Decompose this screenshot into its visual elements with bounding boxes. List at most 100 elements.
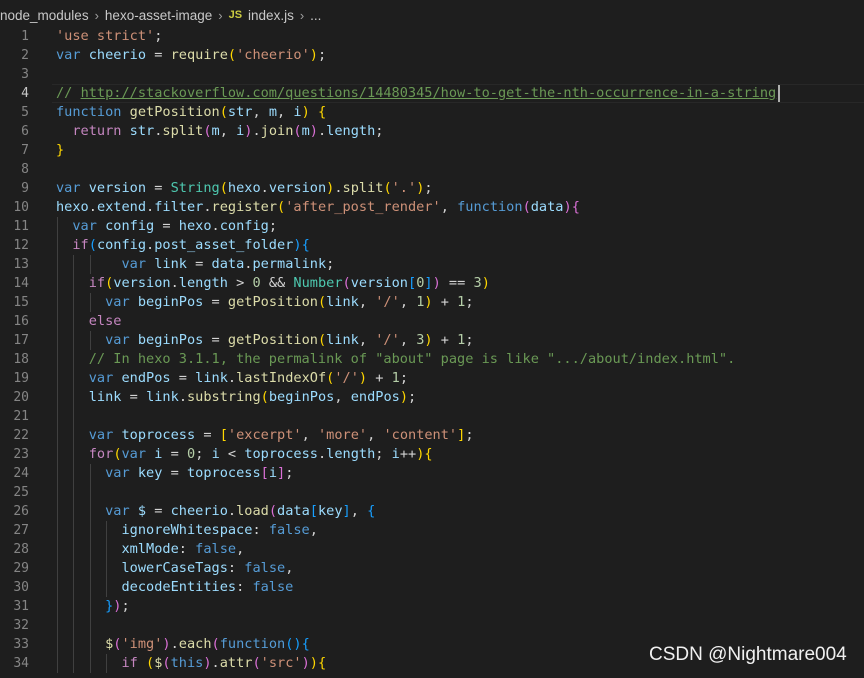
code-line[interactable]: 12 if(config.post_asset_folder){ [0, 236, 864, 255]
line-number: 7 [21, 143, 29, 158]
code-token: ) [424, 332, 433, 348]
code-token: link [154, 256, 187, 272]
code-line[interactable]: 11 var config = hexo.config; [0, 217, 864, 236]
code-line[interactable]: 8 [0, 160, 864, 179]
code-line[interactable]: 31 }); [0, 597, 864, 616]
code-token: = [162, 446, 187, 462]
code-line[interactable]: 27 ignoreWhitespace: false, [0, 521, 864, 540]
code-line[interactable]: 20 link = link.substring(beginPos, endPo… [0, 388, 864, 407]
code-token: 'use strict' [56, 28, 155, 44]
code-line[interactable]: 18 // In hexo 3.1.1, the permalink of "a… [0, 350, 864, 369]
code-token: 'excerpt' [227, 427, 302, 443]
code-token: '/' [375, 294, 400, 310]
line-number: 9 [21, 181, 29, 196]
code-token: , [399, 332, 417, 348]
line-number: 8 [21, 162, 29, 177]
code-token: m [301, 123, 310, 139]
code-line[interactable]: 15 var beginPos = getPosition(link, '/',… [0, 293, 864, 312]
code-line[interactable]: 4 // http://stackoverflow.com/questions/1… [0, 84, 864, 103]
code-token: . [334, 180, 343, 196]
code-text: $('img').each(function(){ [56, 635, 310, 654]
code-line[interactable]: 14 if(version.length > 0 && Number(versi… [0, 274, 864, 293]
line-number: 29 [13, 561, 29, 576]
code-token: = [121, 389, 147, 405]
code-token: ( [260, 389, 269, 405]
code-token: '/' [334, 370, 359, 386]
code-line[interactable]: 21 [0, 407, 864, 426]
code-token: { [301, 237, 310, 253]
breadcrumb-folder-hexo-asset-image[interactable]: hexo-asset-image [105, 8, 212, 23]
code-line[interactable]: 24 var key = toprocess[i]; [0, 464, 864, 483]
code-line[interactable]: 19 var endPos = link.lastIndexOf('/') + … [0, 369, 864, 388]
code-line[interactable]: 32 [0, 616, 864, 635]
line-number: 11 [13, 219, 29, 234]
indent-guide [57, 616, 58, 635]
indent-guide [57, 407, 58, 426]
code-token: . [146, 237, 155, 253]
code-line[interactable]: 22 var toprocess = ['excerpt', 'more', '… [0, 426, 864, 445]
breadcrumb-file-index-js[interactable]: index.js [248, 8, 294, 23]
code-line[interactable]: 13 var link = data.permalink; [0, 255, 864, 274]
code-token: ; [399, 370, 409, 386]
code-token: && [260, 275, 294, 291]
code-line[interactable]: 9 var version = String(hexo.version).spli… [0, 179, 864, 198]
code-editor[interactable]: 1'use strict'; 2 var cheerio = require('ch… [0, 26, 864, 678]
code-line[interactable]: 28 xmlMode: false, [0, 540, 864, 559]
code-text: if(version.length > 0 && Number(version[… [56, 274, 490, 293]
code-line[interactable]: 2 var cheerio = require('cheerio'); [0, 46, 864, 65]
code-token: ) [293, 237, 302, 253]
code-text: link = link.substring(beginPos, endPos); [56, 388, 416, 407]
code-text: decodeEntities: false [56, 578, 293, 597]
code-token: load [236, 503, 269, 519]
code-token: http://stackoverflow.com/questions/14480… [80, 85, 777, 101]
code-line[interactable]: 25 [0, 483, 864, 502]
chevron-right-icon: › [299, 7, 305, 23]
code-line[interactable]: 10 hexo.extend.filter.register('after_pos… [0, 198, 864, 217]
code-token: ) [301, 104, 310, 120]
code-token: if [88, 275, 106, 291]
breadcrumb-symbol-ellipsis[interactable]: ... [310, 8, 321, 23]
code-text: 'use strict'; [56, 27, 162, 46]
code-text: // In hexo 3.1.1, the permalink of "abou… [56, 350, 736, 369]
code-token: ( [522, 199, 531, 215]
breadcrumb-folder-node-modules[interactable]: node_modules [0, 8, 89, 23]
code-token: . [317, 446, 327, 462]
code-token: ( [252, 655, 261, 671]
code-line[interactable]: 16 else [0, 312, 864, 331]
code-line[interactable]: 26 var $ = cheerio.load(data[key], { [0, 502, 864, 521]
line-number: 13 [13, 257, 29, 272]
line-number: 6 [21, 124, 29, 139]
code-line[interactable]: 29 lowerCaseTags: false, [0, 559, 864, 578]
code-token: // In hexo 3.1.1, the permalink of "abou… [88, 351, 736, 367]
code-line[interactable]: 30 decodeEntities: false [0, 578, 864, 597]
code-line[interactable]: 5 function getPosition(str, m, i) { [0, 103, 864, 122]
code-line[interactable]: 23 for(var i = 0; i < toprocess.length; … [0, 445, 864, 464]
code-token: = [154, 218, 179, 234]
code-token: { [317, 655, 327, 671]
code-token: . [170, 275, 179, 291]
code-line[interactable]: 6 return str.split(m, i).join(m).length; [0, 122, 864, 141]
code-token: ( [383, 180, 392, 196]
code-line[interactable]: 17 var beginPos = getPosition(link, '/',… [0, 331, 864, 350]
code-token: link [326, 294, 359, 310]
code-token: 1 [391, 370, 400, 386]
indent-guide [73, 407, 75, 426]
code-line[interactable]: 3 [0, 65, 864, 84]
javascript-file-icon: JS [228, 9, 243, 21]
code-token: ( [219, 104, 228, 120]
code-token: hexo [56, 199, 89, 215]
code-token: beginPos [268, 389, 335, 405]
code-token: var [88, 427, 114, 443]
code-line[interactable]: 7} [0, 141, 864, 160]
code-token: substring [187, 389, 261, 405]
code-token: endPos [121, 370, 171, 386]
code-line[interactable]: 1 'use strict'; [0, 27, 864, 46]
